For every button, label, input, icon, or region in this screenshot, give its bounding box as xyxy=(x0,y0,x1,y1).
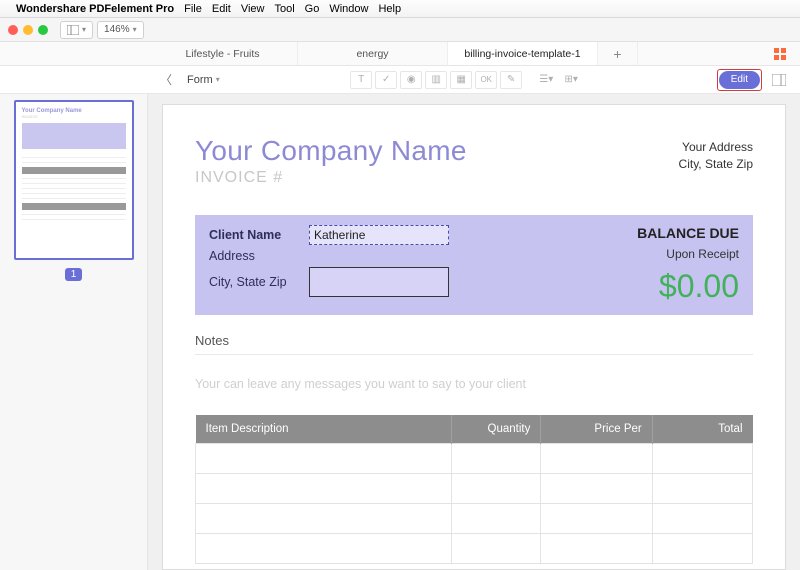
divider xyxy=(195,354,753,355)
your-city-state-zip: City, State Zip xyxy=(679,157,753,171)
window-controls xyxy=(8,25,48,35)
main-area: Your Company Name INVOICE 1 Your Company… xyxy=(0,94,800,570)
menu-tool[interactable]: Tool xyxy=(274,3,294,15)
text-field-icon[interactable]: T xyxy=(350,71,372,89)
menu-help[interactable]: Help xyxy=(378,3,401,15)
table-row[interactable] xyxy=(196,504,753,534)
minimize-icon[interactable] xyxy=(23,25,33,35)
tab-billing-invoice[interactable]: billing-invoice-template-1 xyxy=(448,42,598,65)
mode-label: Form xyxy=(187,74,213,86)
client-name-value: Katherine xyxy=(314,228,365,242)
new-tab-button[interactable]: + xyxy=(598,42,638,65)
chevron-down-icon: ▾ xyxy=(82,25,86,34)
col-item-description: Item Description xyxy=(196,415,452,444)
menu-window[interactable]: Window xyxy=(329,3,368,15)
list-icon[interactable]: ▦ xyxy=(450,71,472,89)
tab-lifestyle[interactable]: Lifestyle - Fruits xyxy=(148,42,298,65)
signature-icon[interactable]: ✎ xyxy=(500,71,522,89)
menu-go[interactable]: Go xyxy=(305,3,320,15)
your-address: Your Address xyxy=(679,140,753,154)
company-address-block: Your Address City, State Zip xyxy=(679,140,753,174)
zoom-icon[interactable] xyxy=(38,25,48,35)
document-tabs: Lifestyle - Fruits energy billing-invoic… xyxy=(0,42,800,66)
document-page: Your Company Name INVOICE # Your Address… xyxy=(162,104,786,570)
more-dropdown[interactable]: ⊞▾ xyxy=(560,71,582,89)
balance-due-label: BALANCE DUE xyxy=(637,225,739,241)
document-canvas[interactable]: Your Company Name INVOICE # Your Address… xyxy=(148,94,800,570)
zoom-dropdown[interactable]: 146% ▾ xyxy=(97,21,144,39)
balance-amount: $0.00 xyxy=(659,268,739,305)
page-number-badge: 1 xyxy=(65,268,83,281)
client-name-label: Client Name xyxy=(209,228,309,242)
zoom-value: 146% xyxy=(104,24,130,35)
mode-dropdown[interactable]: Form ▾ xyxy=(182,71,225,89)
address-label: Address xyxy=(209,249,309,263)
combo-icon[interactable]: ▥ xyxy=(425,71,447,89)
col-price-per: Price Per xyxy=(541,415,652,444)
chevron-down-icon: ▾ xyxy=(216,75,220,84)
back-button[interactable]: 〈 xyxy=(160,71,172,88)
thumb-invoice: INVOICE xyxy=(22,114,126,119)
company-name: Your Company Name xyxy=(195,135,753,167)
menu-file[interactable]: File xyxy=(184,3,202,15)
sidebar-toggle-button[interactable]: ▾ xyxy=(60,21,93,39)
edit-button-highlight: Edit xyxy=(717,69,762,91)
line-items-table: Item Description Quantity Price Per Tota… xyxy=(195,415,753,564)
app-grid-icon[interactable] xyxy=(760,42,800,65)
table-row[interactable] xyxy=(196,444,753,474)
table-row[interactable] xyxy=(196,534,753,564)
radio-icon[interactable]: ◉ xyxy=(400,71,422,89)
notes-placeholder: Your can leave any messages you want to … xyxy=(195,377,753,391)
app-name[interactable]: Wondershare PDFelement Pro xyxy=(16,3,174,15)
city-state-zip-label: City, State Zip xyxy=(209,275,309,289)
table-row[interactable] xyxy=(196,474,753,504)
thumbnails-sidebar: Your Company Name INVOICE 1 xyxy=(0,94,148,570)
city-state-zip-field[interactable] xyxy=(309,267,449,297)
page-thumbnail-1[interactable]: Your Company Name INVOICE xyxy=(14,100,134,260)
col-total: Total xyxy=(652,415,752,444)
client-balance-panel: Client Name Katherine Address City, Stat… xyxy=(195,215,753,315)
page-toolbar: 〈 Form ▾ T ✓ ◉ ▥ ▦ OK ✎ ☰▾ ⊞▾ Edit xyxy=(0,66,800,94)
menu-view[interactable]: View xyxy=(241,3,265,15)
align-dropdown[interactable]: ☰▾ xyxy=(535,71,557,89)
menu-edit[interactable]: Edit xyxy=(212,3,231,15)
window-titlebar: ▾ 146% ▾ xyxy=(0,18,800,42)
button-icon[interactable]: OK xyxy=(475,71,497,89)
edit-label: Edit xyxy=(731,74,748,85)
notes-heading: Notes xyxy=(195,333,753,348)
checkbox-icon[interactable]: ✓ xyxy=(375,71,397,89)
mac-menubar: Wondershare PDFelement Pro File Edit Vie… xyxy=(0,0,800,18)
upon-receipt-label: Upon Receipt xyxy=(666,247,739,261)
col-quantity: Quantity xyxy=(452,415,541,444)
tab-energy[interactable]: energy xyxy=(298,42,448,65)
client-name-field[interactable]: Katherine xyxy=(309,225,449,245)
close-icon[interactable] xyxy=(8,25,18,35)
chevron-down-icon: ▾ xyxy=(133,25,137,34)
invoice-number-label: INVOICE # xyxy=(195,169,753,187)
properties-panel-icon[interactable] xyxy=(768,71,790,89)
edit-button[interactable]: Edit xyxy=(719,71,760,89)
